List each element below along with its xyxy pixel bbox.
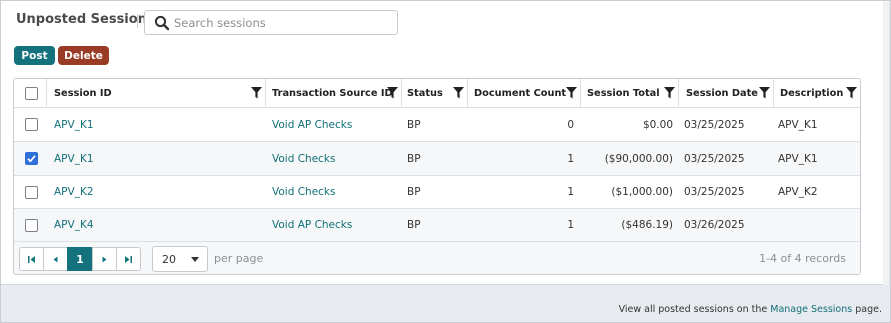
status-cell: BP [407, 186, 421, 198]
session-total-cell: ($486.19) [621, 219, 673, 231]
previous-page-button[interactable] [43, 247, 68, 271]
search-input[interactable] [174, 13, 389, 32]
column-header-status[interactable]: Status [407, 79, 443, 107]
description-cell: APV_K2 [778, 186, 818, 198]
search-box[interactable] [144, 10, 398, 35]
session-date-cell: 03/25/2025 [684, 118, 745, 131]
status-cell: BP [407, 152, 421, 165]
scrollbar[interactable] [883, 1, 889, 285]
last-page-icon [125, 255, 132, 263]
post-button[interactable]: Post [14, 46, 55, 65]
next-page-button[interactable] [92, 247, 117, 271]
filter-icon[interactable] [251, 87, 262, 99]
row-checkbox[interactable] [25, 118, 38, 131]
footer-prefix: View all posted sessions on the [618, 304, 771, 315]
first-page-button[interactable] [19, 247, 44, 271]
title-divider [137, 14, 138, 28]
session-total-cell: $0.00 [642, 118, 673, 131]
table-row: APV_K1 Void Checks BP 1 ($90,000.00) 03/… [14, 142, 860, 176]
source-id-link[interactable]: Void Checks [272, 176, 335, 208]
column-header-session-total[interactable]: Session Total [587, 79, 660, 107]
page-size-select[interactable]: 20 [152, 246, 208, 272]
document-count-cell: 1 [567, 186, 574, 198]
sessions-panel: Unposted Sessions Post Delete Session ID… [1, 1, 883, 285]
last-page-button[interactable] [116, 247, 141, 271]
source-id-link[interactable]: Void AP Checks [272, 209, 352, 241]
column-header-session-date[interactable]: Session Date [686, 79, 758, 107]
column-header-description[interactable]: Description [780, 79, 843, 107]
select-all-checkbox[interactable] [25, 87, 38, 100]
column-separator [773, 79, 774, 108]
row-checkbox[interactable] [25, 152, 38, 165]
description-cell: APV_K1 [778, 118, 818, 131]
manage-sessions-link[interactable]: Manage Sessions [770, 304, 852, 315]
column-separator [678, 79, 679, 108]
search-icon [154, 15, 170, 31]
description-cell: APV_K1 [778, 152, 818, 165]
page-title: Unposted Sessions [16, 12, 155, 27]
delete-button[interactable]: Delete [58, 46, 109, 65]
page-size-value: 20 [162, 253, 176, 266]
session-total-cell: ($1,000.00) [611, 186, 673, 198]
page-1-button[interactable]: 1 [67, 247, 93, 271]
document-count-cell: 1 [567, 219, 574, 231]
previous-page-icon [53, 256, 58, 262]
column-separator [580, 79, 581, 108]
column-header-transaction-source-id[interactable]: Transaction Source ID [272, 79, 393, 107]
filter-icon[interactable] [759, 87, 770, 99]
column-separator [265, 79, 266, 108]
row-checkbox[interactable] [25, 219, 38, 232]
footer-note: View all posted sessions on the Manage S… [619, 304, 882, 315]
filter-icon[interactable] [846, 87, 857, 99]
table-row: APV_K1 Void AP Checks BP 0 $0.00 03/25/2… [14, 108, 860, 142]
table-row: APV_K2 Void Checks BP 1 ($1,000.00) 03/2… [14, 176, 860, 209]
source-id-link[interactable]: Void Checks [272, 142, 335, 175]
filter-icon[interactable] [387, 87, 398, 99]
session-date-cell: 03/25/2025 [684, 152, 745, 165]
session-id-link[interactable]: APV_K2 [54, 176, 94, 208]
status-cell: BP [407, 118, 421, 131]
footer-suffix: page. [852, 304, 882, 315]
document-count-cell: 1 [567, 152, 574, 165]
column-header-document-count[interactable]: Document Count [474, 79, 566, 107]
per-page-label: per page [214, 252, 264, 265]
chevron-down-icon [191, 257, 199, 262]
document-count-cell: 0 [567, 118, 574, 131]
column-header-session-id[interactable]: Session ID [54, 79, 112, 107]
pagination-bar: 1 20 per page 1-4 of 4 records [14, 242, 860, 274]
filter-icon[interactable] [664, 87, 675, 99]
source-id-link[interactable]: Void AP Checks [272, 108, 352, 141]
records-count: 1-4 of 4 records [759, 252, 846, 265]
session-id-link[interactable]: APV_K1 [54, 142, 94, 175]
filter-icon[interactable] [453, 87, 464, 99]
grid-header: Session ID Transaction Source ID Status … [14, 79, 860, 108]
session-id-link[interactable]: APV_K4 [54, 209, 94, 241]
status-cell: BP [407, 219, 421, 231]
session-total-cell: ($90,000.00) [604, 152, 673, 165]
column-separator [46, 79, 47, 108]
filter-icon[interactable] [566, 87, 577, 99]
session-id-link[interactable]: APV_K1 [54, 108, 94, 141]
row-checkbox[interactable] [25, 186, 38, 199]
column-separator [401, 79, 402, 108]
sessions-grid: Session ID Transaction Source ID Status … [13, 78, 861, 275]
column-separator [467, 79, 468, 108]
session-date-cell: 03/26/2025 [684, 219, 745, 231]
table-row: APV_K4 Void AP Checks BP 1 ($486.19) 03/… [14, 209, 860, 242]
checkmark-icon [27, 155, 36, 163]
next-page-icon [102, 256, 107, 262]
first-page-icon [28, 255, 35, 263]
session-date-cell: 03/25/2025 [684, 186, 745, 198]
